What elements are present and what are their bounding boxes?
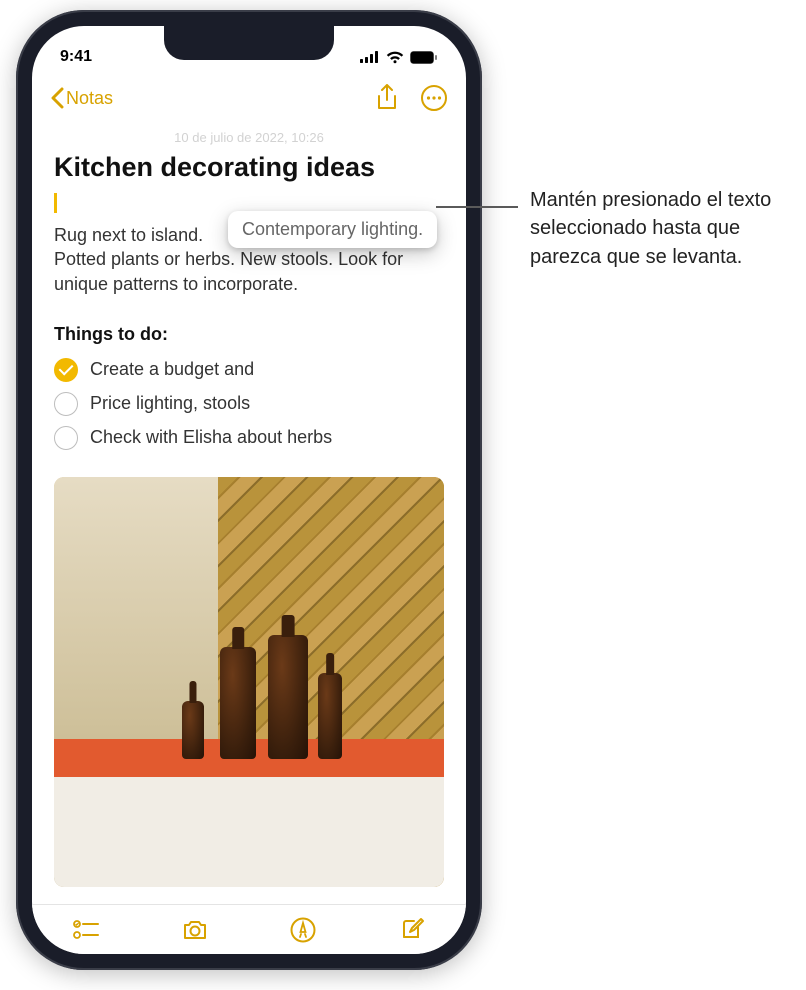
checkbox-icon[interactable]: [54, 426, 78, 450]
lifted-text-selection[interactable]: Contemporary lighting.: [228, 211, 437, 248]
nav-bar: Notas: [32, 74, 466, 122]
phone-screen: 9:41 Notas: [32, 26, 466, 954]
wifi-icon: [386, 51, 404, 64]
image-bottle: [318, 673, 342, 759]
cellular-icon: [360, 51, 380, 63]
back-label: Notas: [66, 88, 113, 109]
note-subheading[interactable]: Things to do:: [54, 324, 444, 345]
note-attached-image[interactable]: [54, 477, 444, 887]
checklist-item[interactable]: Price lighting, stools: [54, 387, 444, 421]
note-timestamp: 10 de julio de 2022, 10:26: [32, 130, 466, 145]
checkbox-icon[interactable]: [54, 392, 78, 416]
checklist-label: Create a budget and: [90, 359, 254, 380]
checklist-label: Price lighting, stools: [90, 393, 250, 414]
text-cursor: [54, 193, 57, 213]
nav-right: [376, 84, 448, 112]
checklist-icon[interactable]: [72, 916, 100, 944]
battery-icon: [410, 51, 438, 64]
checklist: Create a budget and Price lighting, stoo…: [54, 353, 444, 455]
status-right: [360, 51, 438, 64]
notch: [164, 26, 334, 60]
camera-icon[interactable]: [181, 916, 209, 944]
body-line-2: Potted plants or herbs. New stools. Look…: [54, 249, 403, 293]
checklist-label: Check with Elisha about herbs: [90, 427, 332, 448]
callout-text: Mantén presionado el texto seleccionado …: [530, 186, 790, 271]
checklist-item[interactable]: Create a budget and: [54, 353, 444, 387]
status-time: 9:41: [60, 48, 92, 66]
callout-leader-line: [436, 206, 518, 208]
share-icon[interactable]: [376, 84, 398, 112]
back-button[interactable]: Notas: [50, 87, 113, 109]
note-content[interactable]: Kitchen decorating ideas Rug next to isl…: [32, 148, 466, 904]
markup-icon[interactable]: [289, 916, 317, 944]
compose-icon[interactable]: [398, 916, 426, 944]
bottom-toolbar: [32, 904, 466, 954]
image-bottle: [182, 701, 204, 759]
image-bottle: [220, 647, 256, 759]
checklist-item[interactable]: Check with Elisha about herbs: [54, 421, 444, 455]
note-title[interactable]: Kitchen decorating ideas: [54, 152, 444, 183]
more-icon[interactable]: [420, 84, 448, 112]
image-bottle: [268, 635, 308, 759]
chevron-left-icon: [50, 87, 64, 109]
body-line-1: Rug next to island.: [54, 225, 203, 245]
phone-frame: 9:41 Notas: [16, 10, 482, 970]
checkbox-checked-icon[interactable]: [54, 358, 78, 382]
